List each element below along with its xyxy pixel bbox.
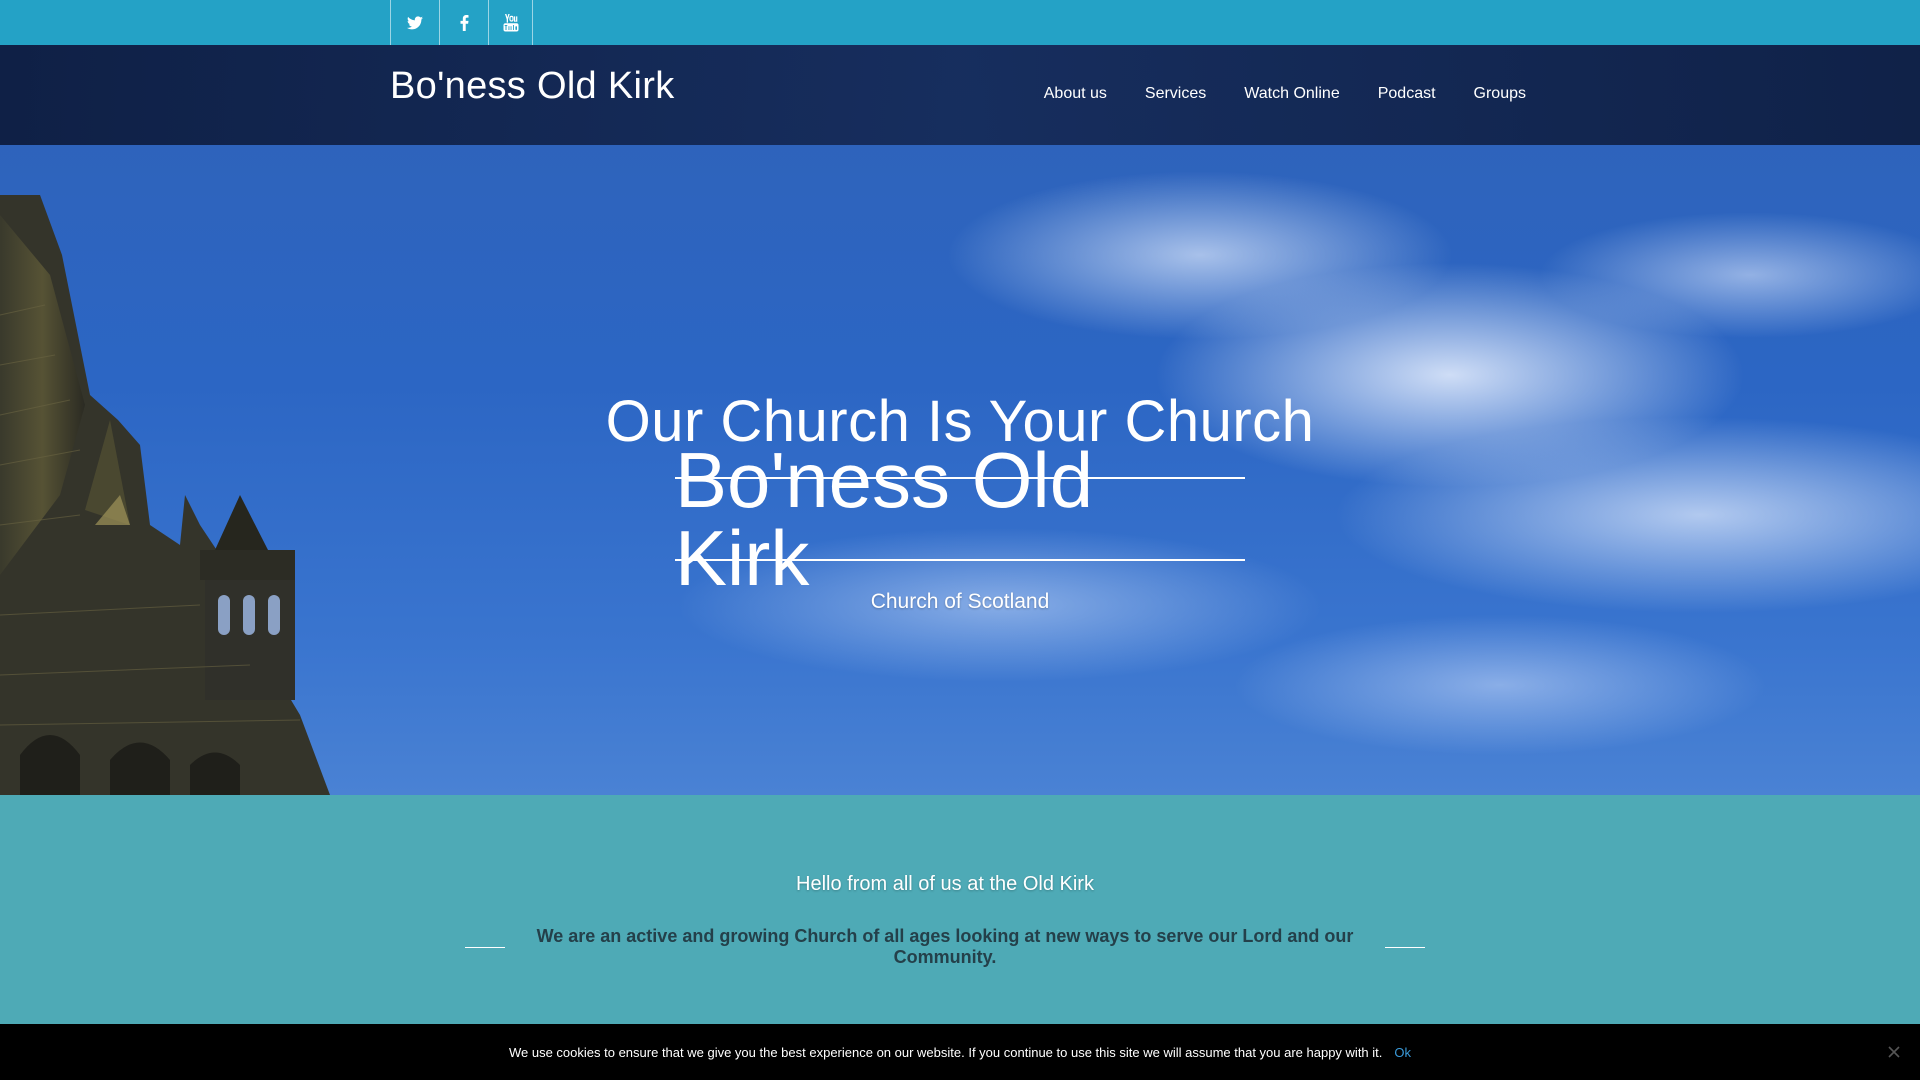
social-links xyxy=(390,0,533,45)
youtube-link[interactable] xyxy=(488,0,533,45)
mission-row: We are an active and growing Church of a… xyxy=(465,926,1425,968)
facebook-icon xyxy=(460,14,469,31)
nav-podcast[interactable]: Podcast xyxy=(1378,85,1436,103)
church-steeple-image xyxy=(0,195,330,795)
cookie-message: We use cookies to ensure that we give yo… xyxy=(508,1044,1383,1060)
divider-line-right xyxy=(1385,946,1425,948)
divider-line-left xyxy=(465,946,505,948)
facebook-link[interactable] xyxy=(439,0,488,45)
mission-statement: We are an active and growing Church of a… xyxy=(536,926,1354,967)
social-bar xyxy=(0,0,1920,45)
main-header: Bo'ness Old Kirk About us Services Watch… xyxy=(0,45,1920,145)
twitter-link[interactable] xyxy=(390,0,439,45)
cookie-notice: We use cookies to ensure that we give yo… xyxy=(0,1024,1920,1080)
welcome-section: Hello from all of us at the Old Kirk We … xyxy=(0,795,1920,1025)
main-nav: About us Services Watch Online Podcast G… xyxy=(1044,85,1526,103)
cookie-ok-button[interactable]: Ok xyxy=(1394,1045,1411,1060)
nav-watch-online[interactable]: Watch Online xyxy=(1244,85,1339,103)
site-title[interactable]: Bo'ness Old Kirk xyxy=(390,65,675,108)
welcome-heading: Hello from all of us at the Old Kirk xyxy=(796,873,1094,895)
hero-title: Bo'ness Old Kirk xyxy=(675,436,1094,602)
hero-subtitle: Church of Scotland xyxy=(870,590,1050,613)
nav-groups[interactable]: Groups xyxy=(1474,85,1526,103)
close-icon[interactable] xyxy=(1884,1042,1904,1062)
nav-services[interactable]: Services xyxy=(1145,85,1206,103)
twitter-icon xyxy=(407,15,423,30)
hero-title-frame: Bo'ness Old Kirk xyxy=(675,441,1245,597)
hero-banner: Bo'ness Old Kirk About us Services Watch… xyxy=(0,45,1920,795)
youtube-icon xyxy=(503,13,519,32)
nav-about-us[interactable]: About us xyxy=(1044,85,1107,103)
